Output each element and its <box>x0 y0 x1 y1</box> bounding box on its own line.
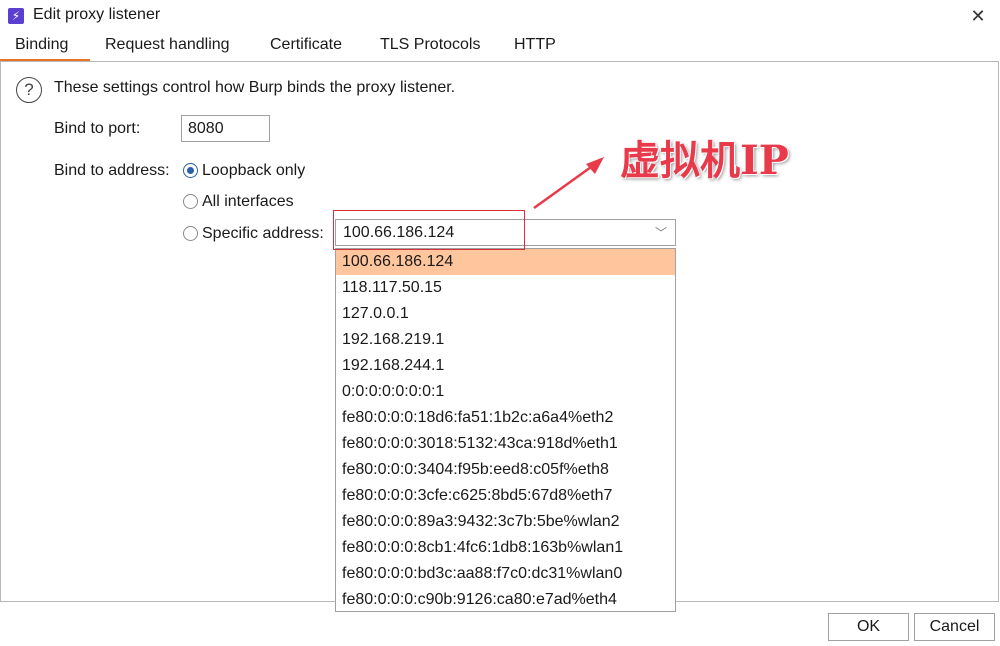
address-option[interactable]: fe80:0:0:0:3cfe:c625:8bd5:67d8%eth7 <box>336 483 675 509</box>
address-option[interactable]: fe80:0:0:0:18d6:fa51:1b2c:a6a4%eth2 <box>336 405 675 431</box>
cancel-button[interactable]: Cancel <box>914 613 995 641</box>
address-option[interactable]: 192.168.219.1 <box>336 327 675 353</box>
close-icon[interactable]: ✕ <box>966 4 990 28</box>
address-option[interactable]: 100.66.186.124 <box>336 249 675 275</box>
tab-http[interactable]: HTTP <box>514 36 556 54</box>
address-option[interactable]: 127.0.0.1 <box>336 301 675 327</box>
binding-description: These settings control how Burp binds th… <box>54 79 456 96</box>
address-dropdown-list[interactable]: 100.66.186.124 118.117.50.15 127.0.0.1 1… <box>335 248 676 612</box>
radio-loopback-only[interactable] <box>183 163 198 178</box>
radio-specific-address-label[interactable]: Specific address: <box>202 225 324 243</box>
window-title: Edit proxy listener <box>33 6 161 23</box>
address-option[interactable]: fe80:0:0:0:3018:5132:43ca:918d%eth1 <box>336 431 675 457</box>
bind-address-label: Bind to address: <box>54 162 170 179</box>
chevron-down-icon[interactable]: ﹀ <box>655 224 667 241</box>
address-option[interactable]: fe80:0:0:0:3404:f95b:eed8:c05f%eth8 <box>336 457 675 483</box>
radio-specific-address[interactable] <box>183 226 198 241</box>
annotation-highlight-box <box>333 210 525 250</box>
radio-all-interfaces[interactable] <box>183 194 198 209</box>
radio-all-interfaces-label[interactable]: All interfaces <box>202 193 294 211</box>
address-option[interactable]: fe80:0:0:0:8cb1:4fc6:1db8:163b%wlan1 <box>336 535 675 561</box>
annotation-label: 虚拟机IP <box>620 137 789 184</box>
address-option[interactable]: 118.117.50.15 <box>336 275 675 301</box>
tab-binding[interactable]: Binding <box>15 36 68 54</box>
address-option[interactable]: fe80:0:0:0:c90b:9126:ca80:e7ad%eth4 <box>336 587 675 613</box>
address-option[interactable]: fe80:0:0:0:bd3c:aa88:f7c0:dc31%wlan0 <box>336 561 675 587</box>
burp-app-icon: ⚡ <box>8 8 24 24</box>
radio-loopback-label[interactable]: Loopback only <box>202 162 305 180</box>
title-bar: ⚡ Edit proxy listener ✕ <box>0 0 1000 32</box>
annotation-arrow-icon <box>533 157 604 210</box>
address-option[interactable]: fe80:0:0:0:89a3:9432:3c7b:5be%wlan2 <box>336 509 675 535</box>
port-input[interactable] <box>181 115 270 142</box>
address-option[interactable]: 0:0:0:0:0:0:0:1 <box>336 379 675 405</box>
tab-certificate[interactable]: Certificate <box>270 36 342 54</box>
bind-port-label: Bind to port: <box>54 120 141 137</box>
ok-button[interactable]: OK <box>828 613 909 641</box>
help-icon[interactable]: ? <box>16 77 42 103</box>
tab-tls-protocols[interactable]: TLS Protocols <box>380 36 480 54</box>
tab-request-handling[interactable]: Request handling <box>105 36 230 54</box>
address-option[interactable]: 192.168.244.1 <box>336 353 675 379</box>
